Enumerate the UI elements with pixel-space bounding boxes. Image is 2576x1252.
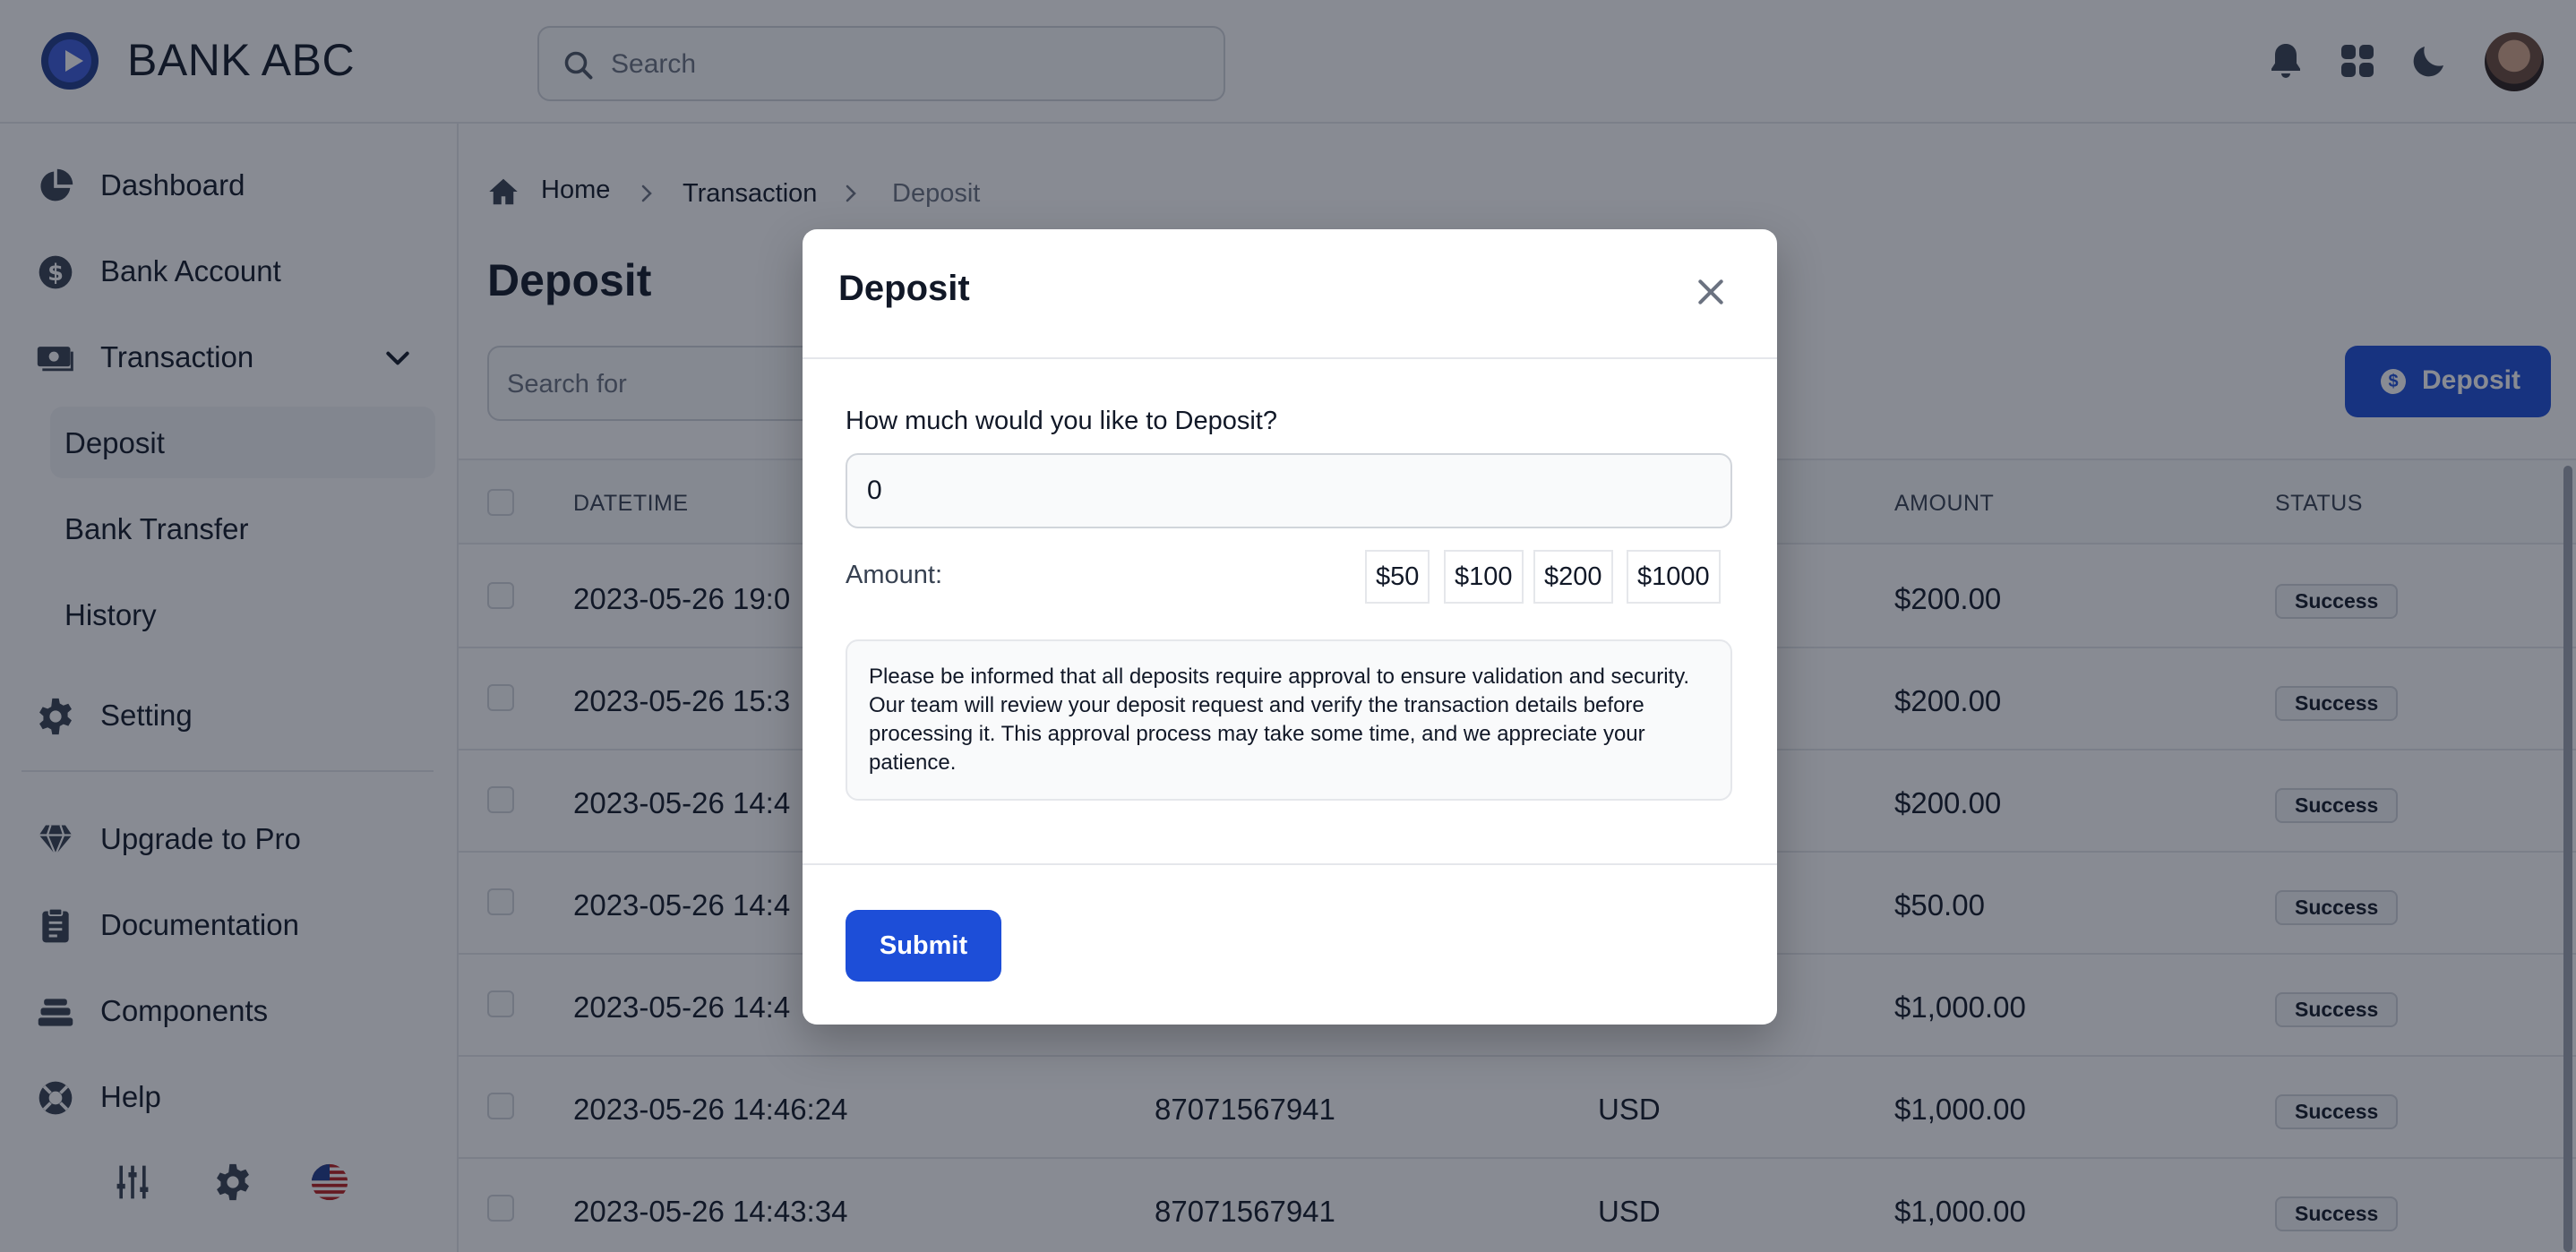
modal-title: Deposit [838, 269, 970, 308]
modal-header: Deposit [803, 229, 1777, 359]
submit-button[interactable]: Submit [846, 910, 1001, 982]
deposit-modal: Deposit How much would you like to Depos… [803, 229, 1777, 1025]
quick-amount-100[interactable]: $100 [1444, 550, 1524, 604]
quick-amount-1000[interactable]: $1000 [1627, 550, 1721, 604]
modal-footer-divider [803, 863, 1777, 865]
approval-notice: Please be informed that all deposits req… [846, 639, 1732, 801]
close-icon [1698, 279, 1723, 304]
quick-amount-label: Amount: [846, 561, 942, 589]
close-button[interactable] [1693, 274, 1729, 310]
quick-amount-200[interactable]: $200 [1533, 550, 1613, 604]
deposit-amount-input[interactable] [846, 453, 1732, 528]
quick-amount-50[interactable]: $50 [1365, 550, 1430, 604]
amount-question: How much would you like to Deposit? [846, 407, 1277, 435]
